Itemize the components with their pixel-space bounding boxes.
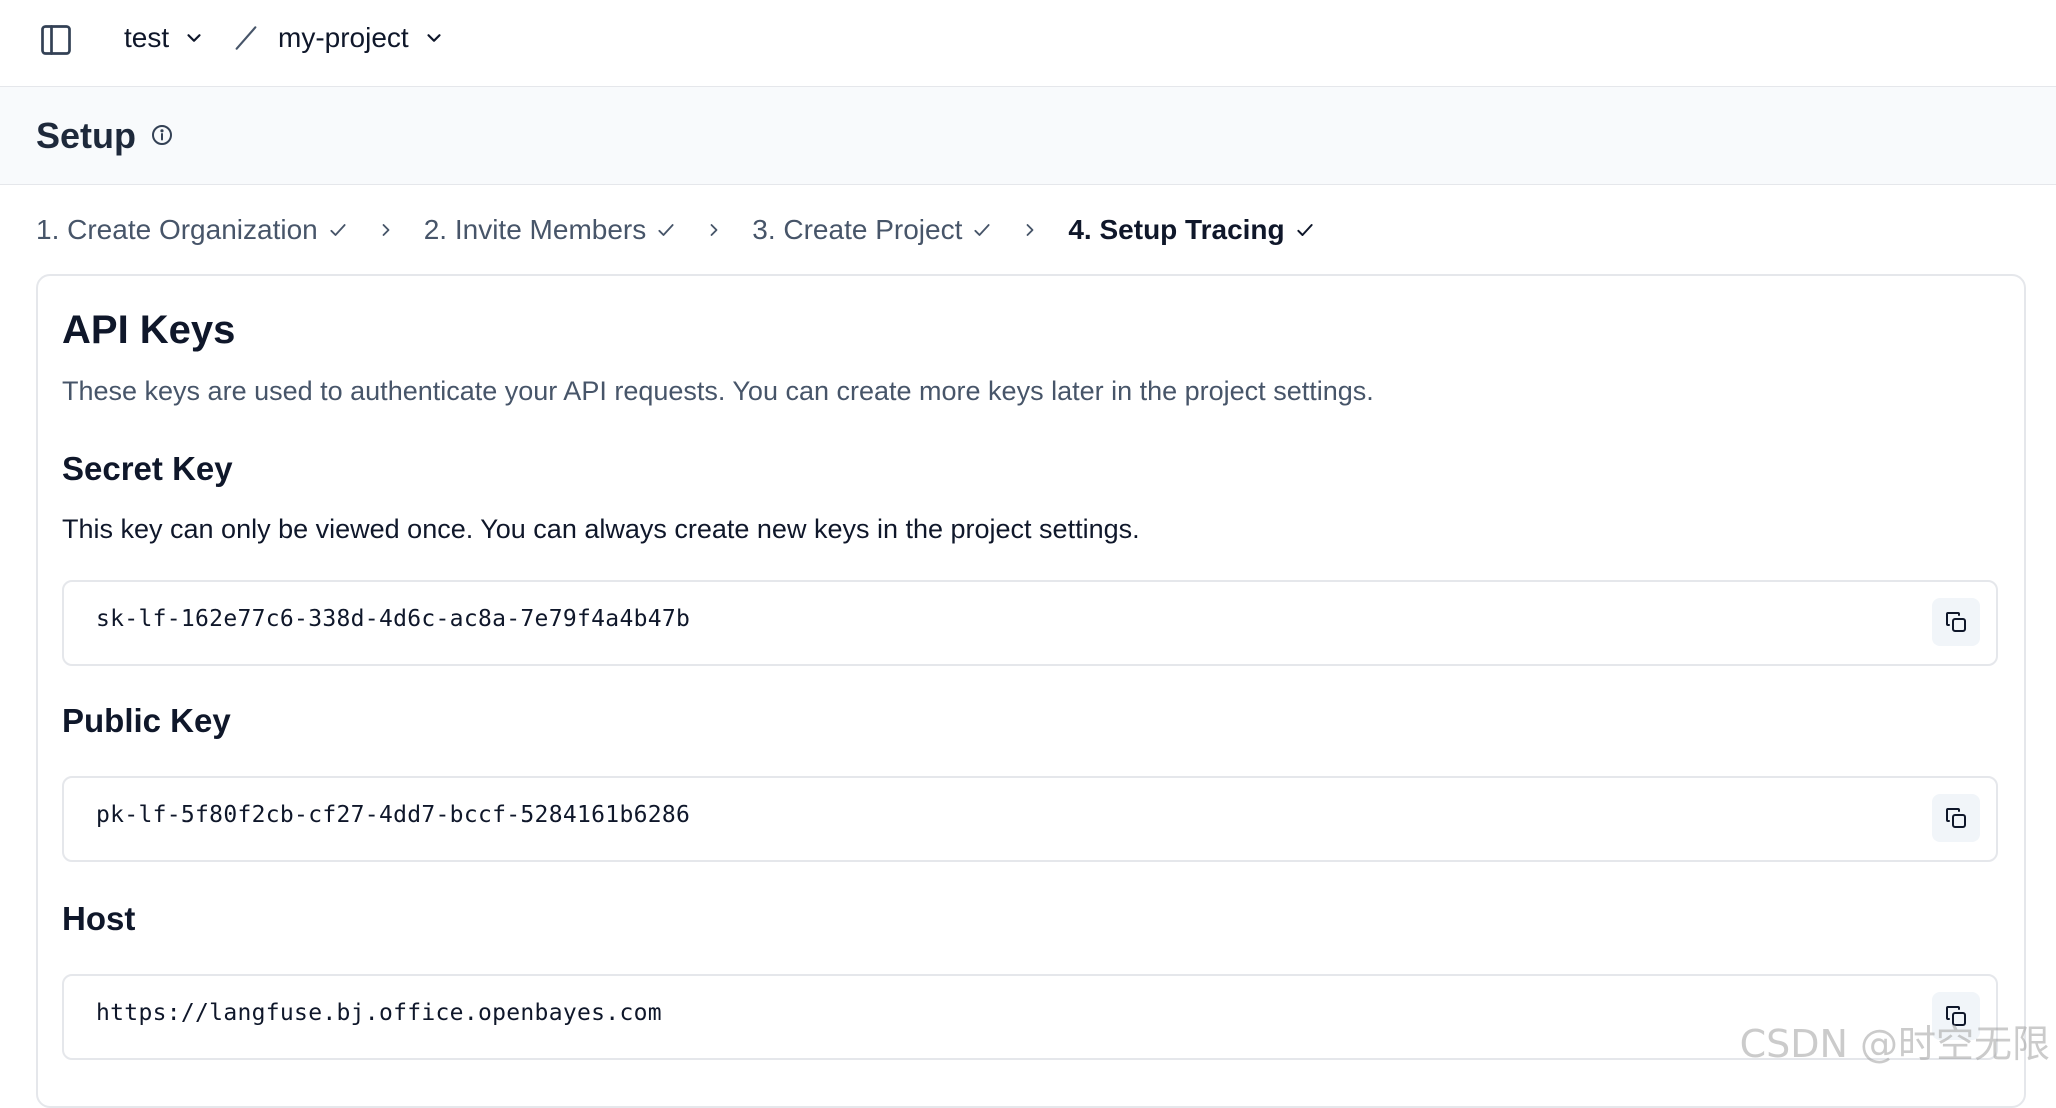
copy-icon xyxy=(1946,808,1966,828)
host-value[interactable]: https://langfuse.bj.office.openbayes.com xyxy=(96,1000,662,1026)
breadcrumb-slash-icon xyxy=(235,26,257,50)
public-key-title: Public Key xyxy=(62,702,231,739)
step-create-project[interactable]: 3. Create Project xyxy=(752,214,992,246)
chevron-right-icon xyxy=(704,220,724,240)
public-key-value[interactable]: pk-lf-5f80f2cb-cf27-4dd7-bccf-5284161b62… xyxy=(96,802,690,828)
api-keys-card: API Keys These keys are used to authenti… xyxy=(36,274,2026,1108)
setup-stepper: 1. Create Organization 2. Invite Members… xyxy=(36,210,1315,250)
step-label: 3. Create Project xyxy=(752,214,963,245)
project-name: my-project xyxy=(278,22,409,53)
check-icon xyxy=(1295,220,1315,240)
page-title: Setup xyxy=(36,115,137,156)
sidebar-toggle-button[interactable] xyxy=(36,20,76,60)
check-icon xyxy=(656,220,676,240)
copy-secret-key-button[interactable] xyxy=(1932,598,1980,646)
chevron-down-icon xyxy=(423,27,445,49)
secret-key-field[interactable]: sk-lf-162e77c6-338d-4d6c-ac8a-7e79f4a4b4… xyxy=(62,580,1998,666)
watermark: CSDN @时空无限 xyxy=(1739,1022,2050,1066)
top-nav-bar: test my-project xyxy=(0,0,2056,87)
info-icon[interactable] xyxy=(150,123,174,147)
step-invite-members[interactable]: 2. Invite Members xyxy=(424,214,677,246)
step-label: 2. Invite Members xyxy=(423,214,647,245)
check-icon xyxy=(972,220,992,240)
public-key-field[interactable]: pk-lf-5f80f2cb-cf27-4dd7-bccf-5284161b62… xyxy=(62,776,1998,862)
chevron-right-icon xyxy=(1020,220,1040,240)
secret-key-note: This key can only be viewed once. You ca… xyxy=(62,514,1140,544)
check-icon xyxy=(328,220,348,240)
secret-key-title: Secret Key xyxy=(62,450,233,487)
host-field[interactable]: https://langfuse.bj.office.openbayes.com xyxy=(62,974,1998,1060)
card-title: API Keys xyxy=(62,308,236,352)
org-switcher[interactable]: test xyxy=(124,18,205,58)
secret-key-value[interactable]: sk-lf-162e77c6-338d-4d6c-ac8a-7e79f4a4b4… xyxy=(96,606,690,632)
chevron-down-icon xyxy=(183,27,205,49)
host-title: Host xyxy=(62,900,136,937)
step-setup-tracing[interactable]: 4. Setup Tracing xyxy=(1068,214,1314,246)
card-description: These keys are used to authenticate your… xyxy=(62,376,1374,406)
step-create-organization[interactable]: 1. Create Organization xyxy=(36,214,348,246)
org-name: test xyxy=(124,22,170,53)
panel-left-icon xyxy=(41,25,71,55)
chevron-right-icon xyxy=(376,220,396,240)
copy-icon xyxy=(1946,612,1966,632)
step-label: 1. Create Organization xyxy=(36,214,318,245)
copy-public-key-button[interactable] xyxy=(1932,794,1980,842)
page-header: Setup xyxy=(0,87,2056,185)
project-switcher[interactable]: my-project xyxy=(278,18,445,58)
step-label: 4. Setup Tracing xyxy=(1068,214,1285,245)
